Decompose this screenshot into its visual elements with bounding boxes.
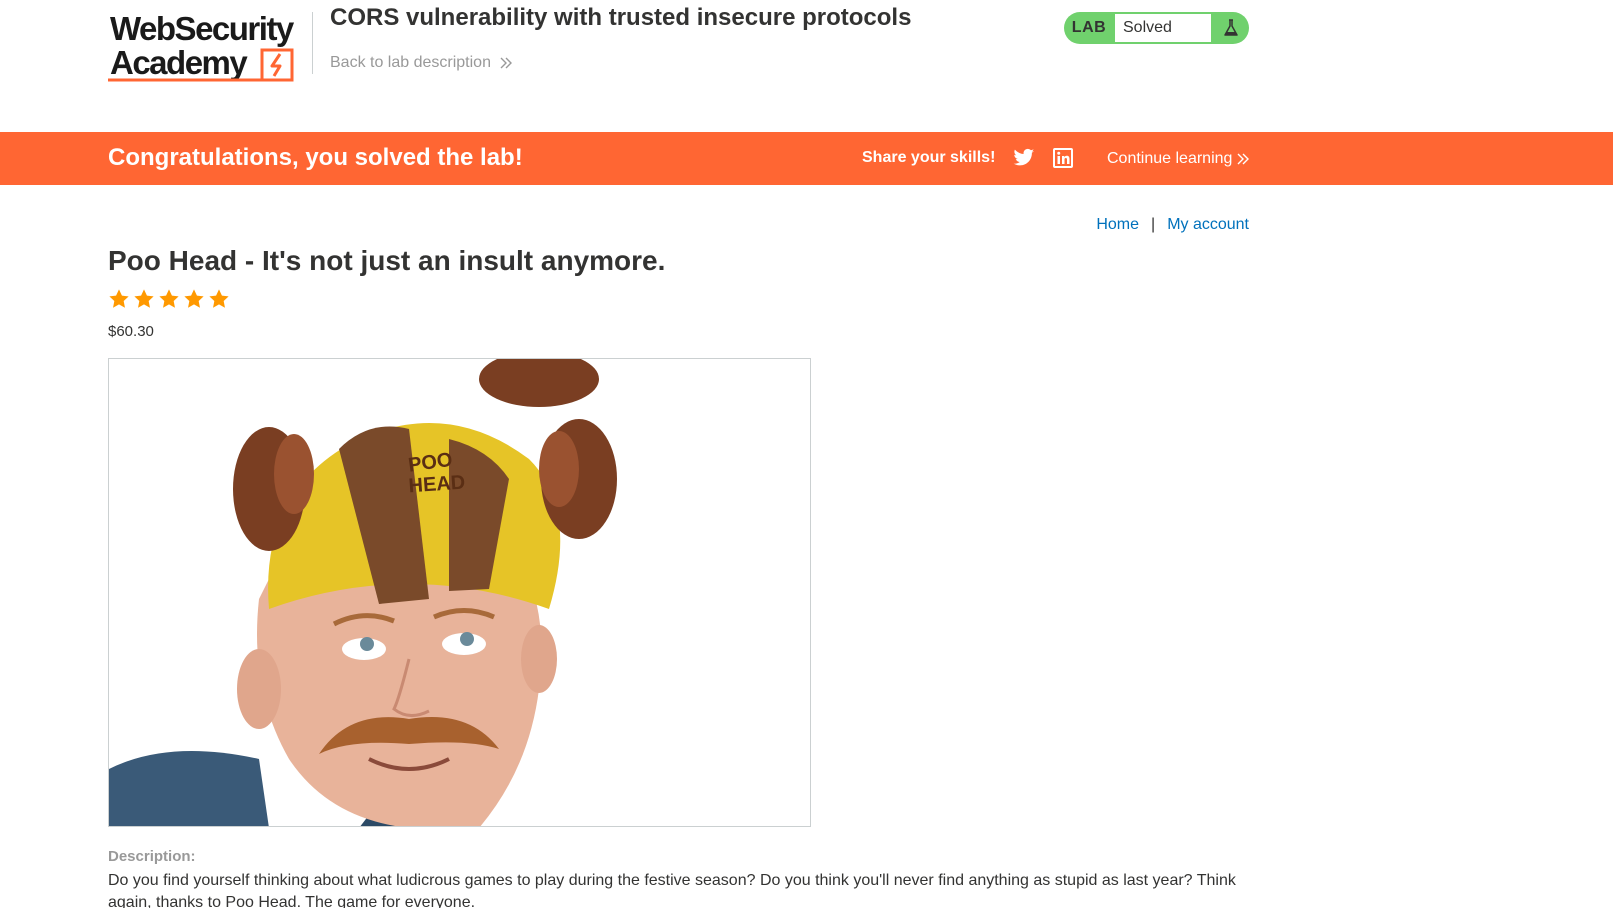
svg-text:Academy: Academy xyxy=(110,44,248,81)
star-icon xyxy=(109,289,129,308)
star-icon xyxy=(184,289,204,308)
product-price: $60.30 xyxy=(108,323,154,340)
home-link[interactable]: Home xyxy=(1096,216,1139,234)
lab-badge-label: LAB xyxy=(1071,19,1107,36)
header-divider xyxy=(312,12,313,74)
star-icon xyxy=(209,289,229,308)
back-link-label: Back to lab description xyxy=(330,54,491,71)
flask-icon xyxy=(1212,12,1249,44)
product-rating xyxy=(108,288,230,310)
share-your-skills-label: Share your skills! xyxy=(862,149,996,166)
lab-status-value: Solved xyxy=(1114,13,1212,43)
back-to-lab-description-link[interactable]: Back to lab description xyxy=(330,54,513,72)
double-chevron-right-icon xyxy=(500,57,512,69)
top-nav: Home | My account xyxy=(1096,216,1249,234)
star-icon xyxy=(159,289,179,308)
lab-solved-banner: Congratulations, you solved the lab! Sha… xyxy=(0,132,1613,185)
lab-status-badge: LAB Solved xyxy=(1064,12,1249,44)
star-icon xyxy=(134,289,154,308)
continue-learning-label: Continue learning xyxy=(1107,150,1233,167)
product-title: Poo Head - It's not just an insult anymo… xyxy=(108,245,666,276)
product-image: POO HEAD xyxy=(108,358,811,827)
page: WebSecurity Academy CORS vulnerability w… xyxy=(0,0,1613,908)
svg-text:HEAD: HEAD xyxy=(408,471,466,497)
congratulations-message: Congratulations, you solved the lab! xyxy=(108,144,523,171)
double-chevron-right-icon xyxy=(1237,153,1250,165)
lab-title: CORS vulnerability with trusted insecure… xyxy=(330,4,912,31)
product-description: Do you find yourself thinking about what… xyxy=(108,872,1236,908)
svg-text:WebSecurity: WebSecurity xyxy=(110,10,295,47)
nav-separator: | xyxy=(1151,216,1156,233)
continue-learning-link[interactable]: Continue learning xyxy=(1107,150,1250,168)
my-account-link[interactable]: My account xyxy=(1167,216,1249,234)
linkedin-icon[interactable] xyxy=(1053,148,1073,168)
lab-header: WebSecurity Academy CORS vulnerability w… xyxy=(0,0,1613,132)
description-label: Description: xyxy=(108,848,196,865)
twitter-icon[interactable] xyxy=(1013,148,1035,168)
web-security-academy-logo[interactable]: WebSecurity Academy xyxy=(108,10,312,86)
